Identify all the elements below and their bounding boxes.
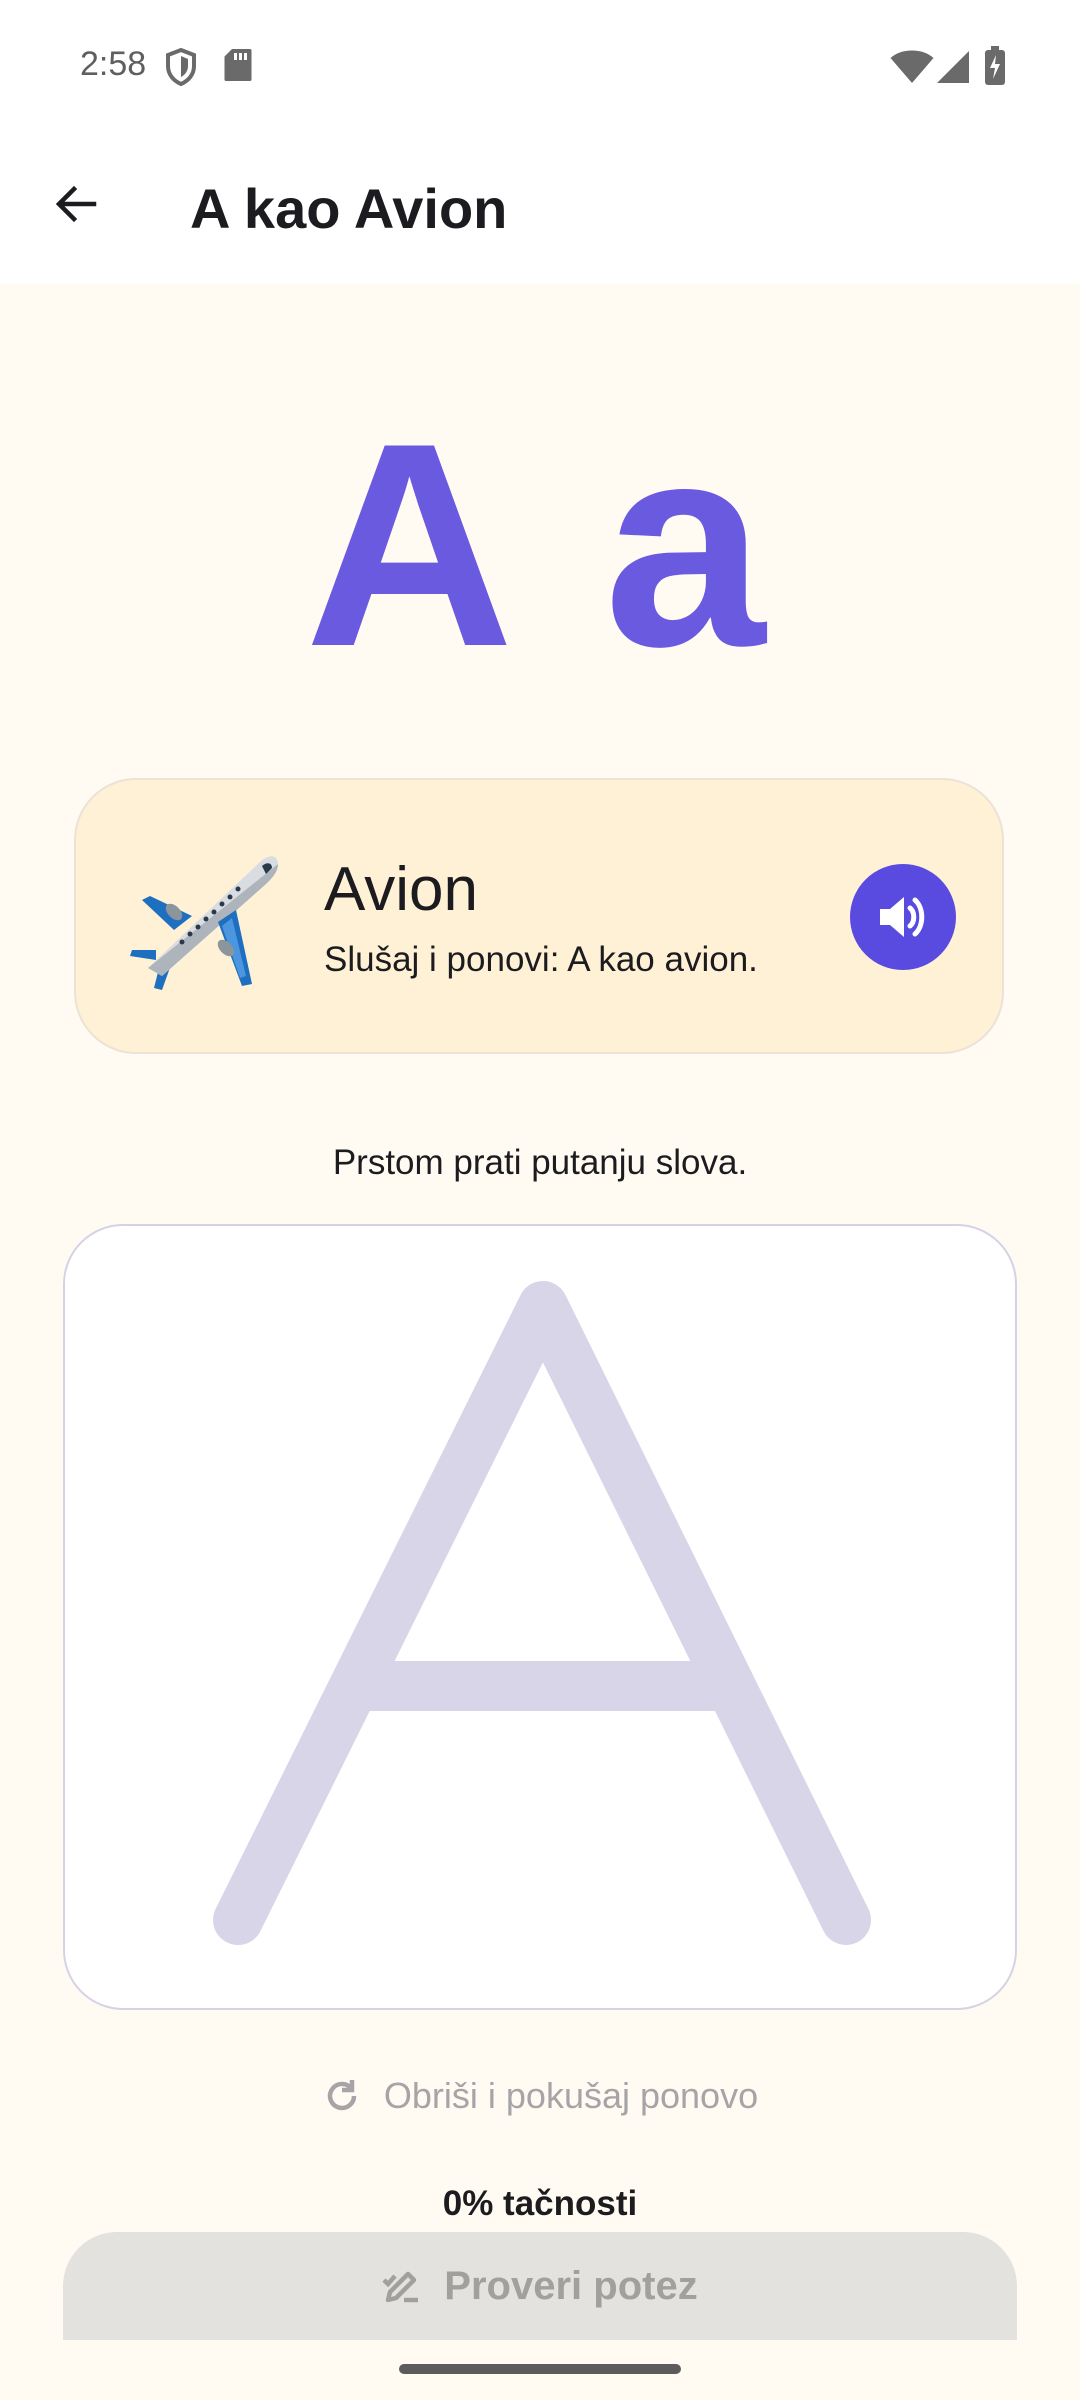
gesture-nav-handle[interactable]: [399, 2364, 681, 2374]
check-stroke-label: Proveri potez: [444, 2264, 698, 2308]
airplane-icon: [130, 856, 278, 990]
sd-card-icon: [224, 49, 252, 81]
letter-trace-guide: [213, 1281, 871, 1945]
back-button[interactable]: [36, 164, 116, 244]
signal-icon: [937, 51, 969, 83]
pencil-check-icon: [382, 2271, 419, 2303]
lowercase-letter: a: [603, 383, 776, 707]
status-time: 2:58: [80, 45, 147, 83]
check-stroke-button[interactable]: Proveri potez: [63, 2232, 1017, 2340]
app-bar: A kao Avion: [0, 136, 1080, 284]
trace-canvas[interactable]: [63, 1224, 1017, 2010]
wifi-icon: [890, 50, 934, 83]
trace-instruction: Prstom prati putanju slova.: [332, 1143, 748, 1182]
refresh-icon: [327, 2080, 357, 2111]
arrow-left-icon: [55, 185, 97, 223]
word-title: Avion: [324, 855, 478, 924]
play-sound-button[interactable]: [850, 864, 956, 970]
shield-icon: [166, 48, 196, 86]
letter-display: A a: [0, 395, 1080, 695]
status-bar: 2:58: [0, 0, 1080, 136]
word-subtitle: Slušaj i ponovi: A kao avion.: [324, 940, 758, 979]
clear-retry-button[interactable]: Obriši i pokušaj ponovo: [0, 2068, 1080, 2124]
uppercase-letter: A: [304, 383, 514, 707]
volume-icon: [880, 897, 925, 937]
word-card: Avion Slušaj i ponovi: A kao avion.: [74, 778, 1004, 1054]
page-title: A kao Avion: [190, 177, 508, 240]
accuracy-label: 0% tačnosti: [442, 2184, 638, 2223]
battery-charging-icon: [985, 46, 1005, 85]
clear-retry-label: Obriši i pokušaj ponovo: [383, 2075, 759, 2116]
